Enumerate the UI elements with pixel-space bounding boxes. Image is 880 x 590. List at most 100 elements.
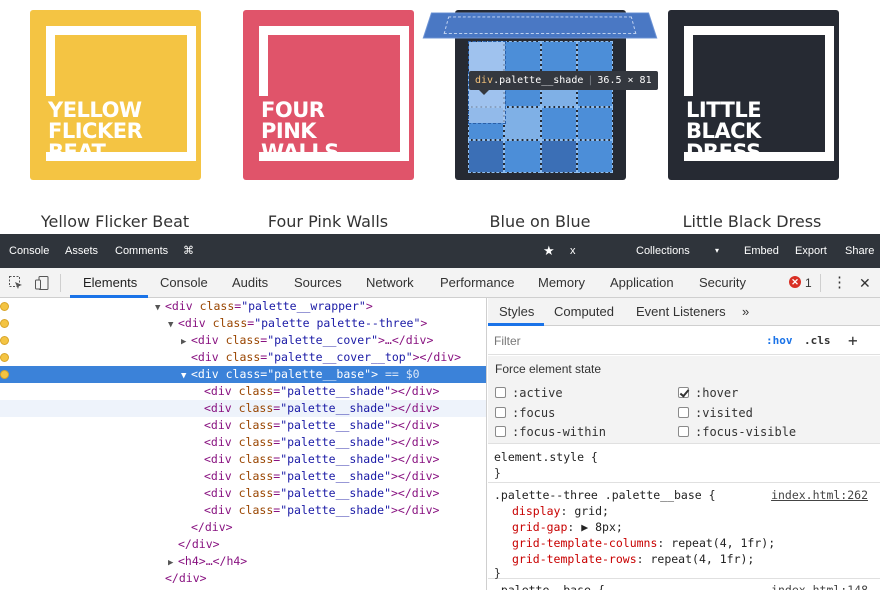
new-rule-icon[interactable]: + xyxy=(848,327,858,355)
close-devtools-icon[interactable]: ✕ xyxy=(859,268,871,298)
state-focus-visible-checkbox[interactable]: :focus-visible xyxy=(678,425,796,439)
dom-node-row[interactable]: </div> xyxy=(0,536,486,553)
attr-name: class xyxy=(238,384,274,398)
checkbox-box[interactable] xyxy=(678,426,689,437)
tab-computed[interactable]: Computed xyxy=(554,298,614,326)
dom-node-row[interactable]: </div> xyxy=(0,570,486,587)
inspect-element-icon[interactable] xyxy=(8,275,24,291)
chevron-down-icon[interactable]: ▾ xyxy=(715,234,719,268)
palette-card-pink[interactable]: FOUR PINK WALLS. xyxy=(243,10,414,180)
tab-styles[interactable]: Styles xyxy=(499,298,534,326)
palette-shade xyxy=(504,41,541,74)
styles-filter-input[interactable] xyxy=(494,331,758,351)
dom-node-row[interactable]: ▼ <div class="palette__wrapper"> xyxy=(0,298,486,315)
hov-toggle[interactable]: :hov xyxy=(766,327,793,355)
cls-toggle[interactable]: .cls xyxy=(804,327,831,355)
error-icon[interactable]: ✕ xyxy=(789,276,801,288)
comments-button[interactable]: Comments xyxy=(115,234,168,268)
checkbox-box[interactable] xyxy=(495,387,506,398)
dom-node-row[interactable]: <div class="palette__shade"></div> xyxy=(0,417,486,434)
attr-value: palette__cover__top xyxy=(274,350,406,364)
breakpoint-dot xyxy=(0,370,9,379)
css-rule[interactable]: .palette__base { index.html:148 xyxy=(488,580,880,590)
tab-security[interactable]: Security xyxy=(699,268,746,298)
embed-button[interactable]: Embed xyxy=(744,234,779,268)
dom-node-row[interactable]: <div class="palette__shade"></div> xyxy=(0,485,486,502)
share-button[interactable]: Share xyxy=(845,234,874,268)
checkbox-box[interactable] xyxy=(495,426,506,437)
css-rule[interactable]: .palette--three .palette__base { index.h… xyxy=(488,484,880,580)
element-style-rule[interactable]: element.style { } xyxy=(488,445,880,483)
tab-elements[interactable]: Elements xyxy=(83,268,137,298)
force-element-state: Force element state :active :hover :focu… xyxy=(488,356,880,444)
dom-node-row[interactable]: </div> xyxy=(0,519,486,536)
tab-application[interactable]: Application xyxy=(610,268,674,298)
attr-value: palette__shade xyxy=(287,486,385,500)
dom-node-row-hovered[interactable]: <div class="palette__shade"></div> xyxy=(0,400,486,417)
attr-name: class xyxy=(238,486,274,500)
tag-open: <div xyxy=(178,316,213,330)
tab-memory[interactable]: Memory xyxy=(538,268,585,298)
more-tabs-icon[interactable]: » xyxy=(742,298,749,326)
tag-close: > xyxy=(365,299,373,313)
property-name: grid-template-columns xyxy=(512,536,658,550)
dom-node-row[interactable]: ▼ <div class="palette palette--three"> xyxy=(0,315,486,332)
state-focus-within-checkbox[interactable]: :focus-within xyxy=(495,425,606,439)
checkbox-box[interactable] xyxy=(495,407,506,418)
state-visited-checkbox[interactable]: :visited xyxy=(678,406,753,420)
attr-value: palette__shade xyxy=(287,401,385,415)
checkbox-label: :focus-within xyxy=(512,425,606,439)
dom-node-row[interactable]: <div class="palette__shade"></div> xyxy=(0,468,486,485)
card-caption[interactable]: Blue on Blue xyxy=(440,212,640,231)
card-caption[interactable]: Four Pink Walls xyxy=(228,212,428,231)
rule-close: } xyxy=(494,466,501,480)
attr-name: class xyxy=(225,333,261,347)
export-button[interactable]: Export xyxy=(795,234,827,268)
error-count[interactable]: 1 xyxy=(805,268,812,298)
card-caption[interactable]: Yellow Flicker Beat xyxy=(15,212,215,231)
dom-node-row[interactable]: ▶ <h4>…</h4> xyxy=(0,553,486,570)
tab-console[interactable]: Console xyxy=(160,268,208,298)
tab-network[interactable]: Network xyxy=(366,268,414,298)
css-declaration[interactable]: display: grid; xyxy=(512,503,609,519)
css-declaration[interactable]: grid-template-rows: repeat(4, 1fr); xyxy=(512,551,754,567)
tab-sources[interactable]: Sources xyxy=(294,268,342,298)
tooltip-size: 36.5 × 81 xyxy=(597,75,652,86)
device-toolbar-icon[interactable] xyxy=(34,275,50,291)
dom-node-row[interactable]: <div class="palette__shade"></div> xyxy=(0,451,486,468)
tab-performance[interactable]: Performance xyxy=(440,268,514,298)
console-button[interactable]: Console xyxy=(9,234,49,268)
css-declaration[interactable]: grid-gap: ▶ 8px; xyxy=(512,519,623,535)
tab-audits[interactable]: Audits xyxy=(232,268,268,298)
close-icon[interactable]: x xyxy=(570,234,576,268)
checkbox-label: :visited xyxy=(695,406,753,420)
palette-shade xyxy=(504,140,541,173)
palette-card-black[interactable]: LITTLE BLACK DRESS. xyxy=(668,10,839,180)
dom-node-row[interactable]: ▶ <div class="palette__cover">…</div> xyxy=(0,332,486,349)
palette-card-blue[interactable] xyxy=(422,10,658,180)
dom-node-row[interactable]: <div class="palette__shade"></div> xyxy=(0,434,486,451)
tab-event-listeners[interactable]: Event Listeners xyxy=(636,298,726,326)
rule-close: } xyxy=(494,566,501,580)
collections-button[interactable]: Collections xyxy=(636,234,690,268)
card-caption[interactable]: Little Black Dress xyxy=(652,212,852,231)
state-focus-checkbox[interactable]: :focus xyxy=(495,406,555,420)
star-icon[interactable]: ★ xyxy=(543,234,555,268)
dom-node-row-selected[interactable]: ▼ <div class="palette__base"> == $0 xyxy=(0,366,486,383)
tag-close: ></div> xyxy=(391,486,440,500)
css-declaration[interactable]: grid-template-columns: repeat(4, 1fr); xyxy=(512,535,775,551)
dom-node-row[interactable]: <div class="palette__cover__top"></div> xyxy=(0,349,486,366)
more-options-icon[interactable]: ⋮ xyxy=(832,268,847,298)
assets-button[interactable]: Assets xyxy=(65,234,98,268)
state-active-checkbox[interactable]: :active xyxy=(495,386,563,400)
rule-source-link[interactable]: index.html:148 xyxy=(771,582,868,590)
palette-card-yellow[interactable]: YELLOW FLICKER BEAT. xyxy=(30,10,201,180)
rule-source-link[interactable]: index.html:262 xyxy=(771,487,868,503)
dom-node-row[interactable]: <div class="palette__shade"></div> xyxy=(0,383,486,400)
tag-open: <div xyxy=(204,503,239,517)
checkbox-box[interactable] xyxy=(678,407,689,418)
checkbox-box-checked[interactable] xyxy=(678,387,689,398)
command-icon[interactable]: ⌘ xyxy=(183,234,194,268)
dom-node-row[interactable]: <div class="palette__shade"></div> xyxy=(0,502,486,519)
state-hover-checkbox[interactable]: :hover xyxy=(678,386,738,400)
